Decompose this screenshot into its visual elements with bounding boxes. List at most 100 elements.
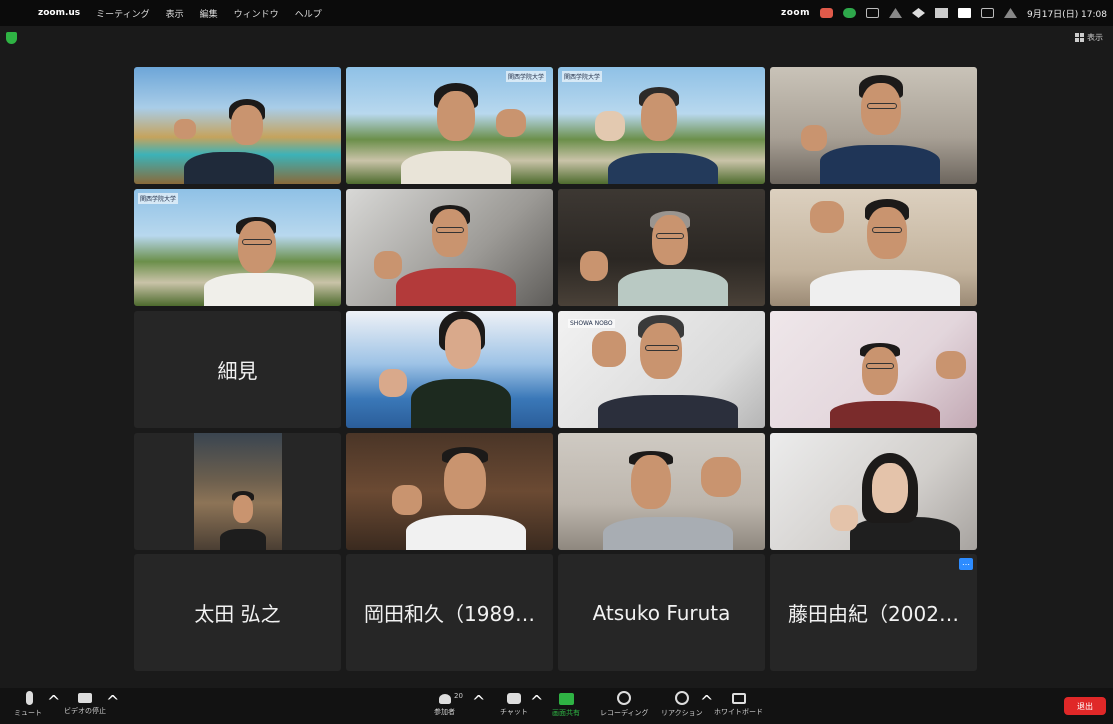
line-icon[interactable] [843,8,856,18]
menu-window[interactable]: ウィンドウ [226,7,287,20]
participant-tile-speaking[interactable]: 関西学院大学 [346,67,553,184]
mute-button[interactable]: ミュート [14,691,42,718]
participant-video [770,311,977,428]
mac-menu-bar: zoom.us ミーティング 表示 編集 ウィンドウ ヘルプ zoom 9月17… [0,0,1113,26]
participant-video [346,433,553,550]
participant-tile[interactable] [134,67,341,184]
participant-tile[interactable] [346,311,553,428]
participant-tile[interactable]: 藤田由紀（2002… … [770,554,977,671]
participant-person [214,491,274,550]
menu-view[interactable]: 表示 [158,7,192,20]
chat-button[interactable]: チャット [500,691,528,717]
chat-chevron-icon[interactable]: ^ [530,692,543,711]
record-button[interactable]: レコーディング [600,691,649,718]
participant-tile[interactable] [558,433,765,550]
participant-video [346,189,553,306]
participant-video [558,189,765,306]
participant-tile[interactable] [346,189,553,306]
video-options-chevron-icon[interactable]: ^ [106,692,119,711]
participant-name: 岡田和久（1989… [364,602,535,626]
participant-tile[interactable]: 関西学院大学 [134,189,341,306]
menu-edit[interactable]: 編集 [192,7,226,20]
participant-video: SHOWA NOBO [558,311,765,428]
participant-tile[interactable]: SHOWA NOBO [558,311,765,428]
menu-meeting[interactable]: ミーティング [88,7,157,20]
participant-person [568,315,758,428]
reactions-label: リアクション [661,709,703,717]
reactions-chevron-icon[interactable]: ^ [700,692,713,711]
view-label: 表示 [1087,33,1103,42]
participant-person [583,447,763,550]
mute-label: ミュート [14,709,42,717]
share-screen-icon [558,693,574,705]
participant-tile[interactable]: 細見 [134,311,341,428]
leave-button[interactable]: 退出 [1064,697,1106,715]
security-shield-icon[interactable] [6,32,17,44]
participant-person [184,213,324,306]
participant-tile[interactable]: 関西学院大学 [558,67,765,184]
share-label: 画面共有 [552,709,580,717]
dropbox-icon[interactable] [912,8,925,18]
participant-tile[interactable] [770,67,977,184]
participant-person [810,341,975,428]
record-label: レコーディング [600,709,649,717]
menu-help[interactable]: ヘルプ [287,7,330,20]
cloud-icon[interactable] [889,8,902,18]
participant-video [770,67,977,184]
whiteboard-label: ホワイトボード [714,708,763,716]
whiteboard-button[interactable]: ホワイトボード [714,691,763,717]
participant-person [578,209,748,306]
participant-tile[interactable] [770,311,977,428]
participant-name: Atsuko Furuta [592,600,731,625]
wifi-icon[interactable] [1004,8,1017,18]
reactions-button[interactable]: リアクション [661,691,703,718]
participant-person [169,97,299,184]
participant-person [366,203,536,306]
participant-video: 関西学院大学 [346,67,553,184]
participant-video [770,189,977,306]
reaction-smiley-icon [674,691,689,705]
participant-person [583,85,753,184]
participant-tile[interactable] [770,433,977,550]
share-screen-button[interactable]: 画面共有 [552,691,580,718]
participant-person [376,81,546,184]
participant-name: 太田 弘之 [194,602,281,626]
more-options-button[interactable]: … [959,558,973,570]
participant-tile[interactable]: 太田 弘之 [134,554,341,671]
participant-tile[interactable]: Atsuko Furuta [558,554,765,671]
view-button[interactable]: 表示 [1075,32,1103,43]
participant-person [371,311,541,428]
participant-tile[interactable] [558,189,765,306]
participants-chevron-icon[interactable]: ^ [472,692,485,711]
menu-app-name[interactable]: zoom.us [30,8,88,18]
participants-count: 20 [454,692,463,700]
input-source-icon[interactable] [958,8,971,18]
bluetooth-icon[interactable] [935,8,948,18]
stop-video-button[interactable]: ビデオの停止 [64,691,106,716]
participant-video [134,67,341,184]
mute-options-chevron-icon[interactable]: ^ [47,692,60,711]
zoom-tray-label[interactable]: zoom [781,8,810,18]
participants-button[interactable]: 参加者 [434,691,455,717]
battery-icon[interactable] [981,8,994,18]
menu-tray: zoom 9月17日(日) 17:08 [781,0,1107,26]
tray-app-icon[interactable] [820,8,833,18]
participant-tile[interactable]: 岡田和久（1989… [346,554,553,671]
participant-tile[interactable] [346,433,553,550]
participant-video [194,433,282,550]
gallery-view: 関西学院大学 関西学院大学 関西学院大学 細見 SHOWA NOBO 太田 弘之… [134,67,980,671]
menu-clock[interactable]: 9月17日(日) 17:08 [1027,7,1107,20]
participant-tile[interactable] [134,433,341,550]
participants-label: 参加者 [434,708,455,716]
chat-icon [506,693,521,704]
participant-video [558,433,765,550]
microphone-icon [26,691,33,705]
participant-video: 関西学院大学 [134,189,341,306]
participant-video: 関西学院大学 [558,67,765,184]
tray-window-icon[interactable] [866,8,879,18]
participant-video [770,433,977,550]
participant-tile[interactable] [770,189,977,306]
participant-person [780,195,970,306]
participant-person [810,453,975,550]
university-logo: 関西学院大学 [562,71,603,82]
